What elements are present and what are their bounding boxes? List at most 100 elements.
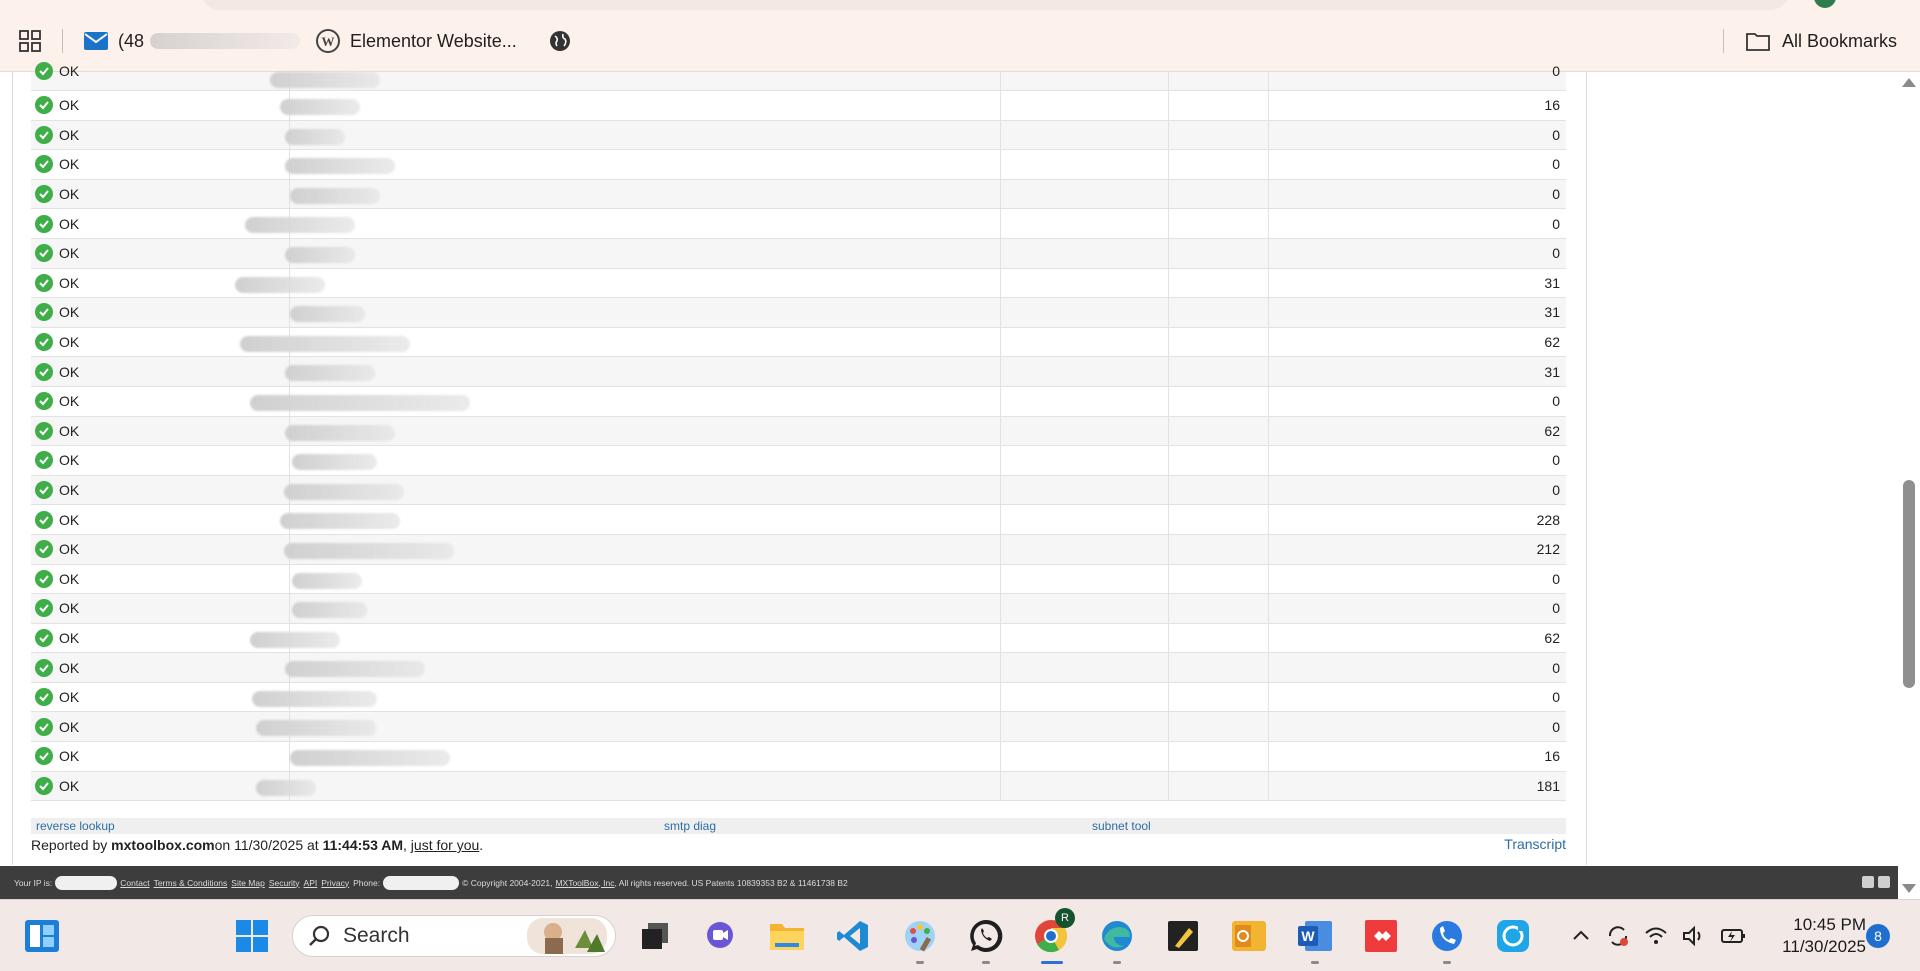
scroll-thumb[interactable] xyxy=(1903,480,1915,688)
column-divider xyxy=(1168,238,1169,268)
value-cell: 0 xyxy=(1552,452,1560,469)
footer-privacy-link[interactable]: Privacy xyxy=(321,878,349,888)
apps-grid-button[interactable] xyxy=(14,25,46,57)
bookmark-gmail[interactable]: (48 xyxy=(84,25,301,57)
column-divider xyxy=(1000,712,1001,742)
taskbar-app-sticky-notes[interactable] xyxy=(1161,914,1205,958)
footer-phone-label: Phone: xyxy=(353,877,381,888)
chevron-up-icon[interactable] xyxy=(1570,925,1592,947)
redacted-name xyxy=(284,542,454,559)
results-table: OK 0 OK 16 OK 0 OK 0 OK 0 OK 0 OK 0 OK 31 OK 31 OK 62 OK 31 OK… xyxy=(31,62,1566,802)
taskbar-app-file-explorer[interactable] xyxy=(765,914,809,958)
reverse-lookup-link[interactable]: reverse lookup xyxy=(36,819,115,833)
status-cell: OK xyxy=(35,150,79,179)
just-for-you-link[interactable]: just for you xyxy=(411,837,479,853)
taskbar-app-whatsapp[interactable] xyxy=(964,914,1008,964)
status-text: OK xyxy=(59,689,80,706)
column-divider xyxy=(1268,268,1269,298)
status-text: OK xyxy=(59,97,80,114)
footer-api-link[interactable]: API xyxy=(304,878,318,888)
redacted-name xyxy=(280,513,400,530)
value-cell: 0 xyxy=(1552,63,1560,79)
profile-avatar[interactable] xyxy=(1814,0,1836,8)
wifi-icon[interactable] xyxy=(1644,925,1668,947)
footer-rights: , All rights reserved. US Patents 108393… xyxy=(614,877,848,888)
taskbar-app-word[interactable]: W xyxy=(1293,914,1337,964)
value-cell: 16 xyxy=(1544,97,1560,114)
value-cell: 0 xyxy=(1552,186,1560,203)
scroll-up-arrow-icon[interactable] xyxy=(1902,78,1916,87)
value-cell: 0 xyxy=(1552,482,1560,499)
start-button[interactable] xyxy=(230,914,274,958)
status-text: OK xyxy=(59,570,80,587)
taskbar-app-chrome[interactable]: R xyxy=(1029,908,1075,964)
reported-site: mxtoolbox.com xyxy=(111,837,215,853)
subnet-tool-link[interactable]: subnet tool xyxy=(1092,819,1151,833)
search-label: Search xyxy=(343,924,410,947)
taskbar-app-chat[interactable] xyxy=(698,914,742,958)
chat-icon xyxy=(707,922,733,948)
footer-security-link[interactable]: Security xyxy=(269,878,300,888)
smtp-diag-link[interactable]: smtp diag xyxy=(664,819,716,833)
taskbar-app-phone[interactable] xyxy=(1425,914,1469,964)
notification-badge[interactable]: 8 xyxy=(1866,924,1890,948)
sticky-notes-icon xyxy=(1168,921,1198,951)
check-circle-icon xyxy=(35,688,53,707)
taskbar-app-paint[interactable] xyxy=(898,914,942,964)
check-circle-icon xyxy=(35,628,53,647)
outlook-icon xyxy=(1232,921,1266,951)
all-bookmarks-button[interactable]: All Bookmarks xyxy=(1746,25,1897,57)
taskbar-search[interactable]: Search xyxy=(292,915,616,957)
bookmark-elementor[interactable]: W Elementor Website... xyxy=(316,25,517,57)
column-divider xyxy=(1268,386,1269,416)
taskbar-app-sync[interactable] xyxy=(1491,914,1535,958)
column-divider xyxy=(1000,150,1001,179)
column-divider xyxy=(1268,416,1269,446)
redacted-name xyxy=(285,246,355,263)
taskbar-app-vscode[interactable] xyxy=(831,914,875,958)
check-circle-icon xyxy=(35,510,53,529)
taskbar-app-outlook[interactable] xyxy=(1227,914,1271,958)
column-divider xyxy=(1000,742,1001,771)
volume-icon[interactable] xyxy=(1682,925,1706,947)
status-text: OK xyxy=(59,363,80,380)
search-icon xyxy=(309,925,330,946)
column-divider xyxy=(289,446,290,475)
edge-icon xyxy=(1102,921,1132,951)
column-divider xyxy=(1168,72,1169,90)
share-icon[interactable] xyxy=(1878,876,1890,888)
footer-sitemap-link[interactable]: Site Map xyxy=(231,878,265,888)
taskbar-app-anydesk[interactable] xyxy=(1359,914,1403,958)
redacted-name xyxy=(256,720,376,737)
footer-contact-link[interactable]: Contact xyxy=(120,878,149,888)
redacted-phone xyxy=(383,875,460,890)
column-divider xyxy=(1268,623,1269,653)
update-sync-icon[interactable] xyxy=(1606,924,1630,948)
status-text: OK xyxy=(59,600,80,617)
address-bar[interactable] xyxy=(200,0,1790,10)
word-icon: W xyxy=(1298,921,1332,951)
column-divider xyxy=(1000,623,1001,653)
table-row: OK 16 xyxy=(31,91,1566,121)
check-circle-icon xyxy=(35,62,53,80)
bookmark-globe[interactable] xyxy=(546,25,574,57)
widgets-button[interactable] xyxy=(20,914,64,958)
column-divider xyxy=(1268,564,1269,594)
twitter-icon[interactable] xyxy=(1862,876,1874,888)
column-divider xyxy=(1168,505,1169,534)
battery-icon[interactable] xyxy=(1720,925,1746,947)
transcript-link[interactable]: Transcript xyxy=(1504,836,1566,852)
check-circle-icon xyxy=(35,658,53,677)
column-divider xyxy=(1000,594,1001,623)
column-divider xyxy=(1268,653,1269,682)
scroll-down-arrow-icon[interactable] xyxy=(1902,884,1916,893)
footer-terms-link[interactable]: Terms & Conditions xyxy=(154,878,228,888)
taskbar-app-task-view[interactable] xyxy=(633,914,677,958)
taskbar-clock[interactable]: 10:45 PM 11/30/2025 xyxy=(1766,914,1866,958)
status-text: OK xyxy=(59,186,80,203)
status-text: OK xyxy=(59,422,80,439)
footer-your-ip: Your IP is: xyxy=(14,877,53,888)
taskbar-app-edge[interactable] xyxy=(1095,914,1139,964)
footer-mxtoolbox-link[interactable]: MXToolBox, Inc xyxy=(555,878,614,888)
page-scrollbar[interactable] xyxy=(1898,72,1920,899)
